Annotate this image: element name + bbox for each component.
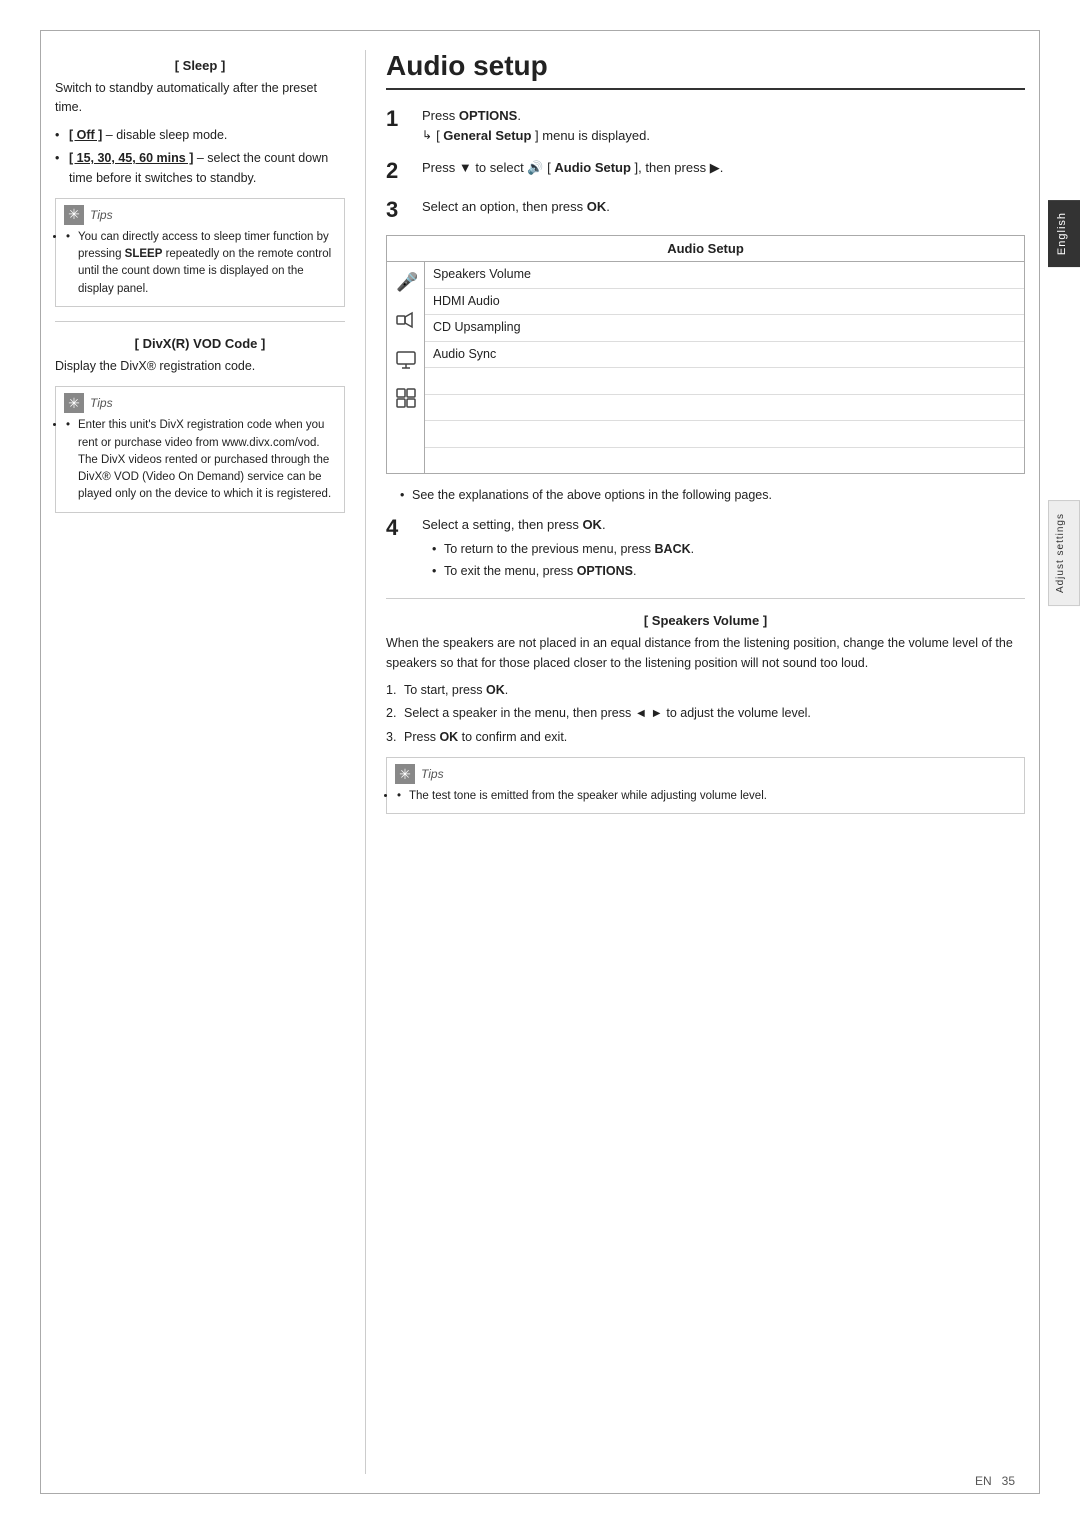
speakers-steps: 1. To start, press OK. 2. Select a speak… [386,681,1025,747]
speakers-volume-heading: [ Speakers Volume ] [386,613,1025,628]
audio-setup-title: Audio setup [386,50,1025,90]
audio-row-4: Audio Sync [425,342,1024,369]
tips-header-3: ✳ Tips [395,764,1016,784]
audio-table-header: Audio Setup [387,236,1024,262]
audio-table-rows: Speakers Volume HDMI Audio CD Upsampling… [425,262,1024,473]
monitor-icon [395,348,417,373]
tips-content-2: Enter this unit's DivX registration code… [64,417,336,503]
audio-row-3: CD Upsampling [425,315,1024,342]
audio-setup-table: Audio Setup 🎤 [386,235,1025,474]
page-footer: EN 35 [975,1474,1015,1488]
tips-label-2: Tips [90,396,113,410]
step-1-sub-text: [ General Setup ] menu is displayed. [436,126,650,146]
step-1-sub: ↳ [ General Setup ] menu is displayed. [422,126,1025,146]
audio-row-1: Speakers Volume [425,262,1024,289]
step-3-number: 3 [386,197,410,223]
page-border-bottom [40,1493,1040,1494]
tips-star-icon-1: ✳ [64,205,84,225]
audio-row-2: HDMI Audio [425,289,1024,316]
divx-heading: [ DivX(R) VOD Code ] [55,336,345,351]
step-4-number: 4 [386,515,410,541]
right-column: Audio setup 1 Press OPTIONS. ↳ [ General… [365,50,1025,1474]
tips-item-3: The test tone is emitted from the speake… [397,788,1016,805]
audio-table-body: 🎤 [387,262,1024,473]
step-4-content: Select a setting, then press OK. To retu… [422,515,1025,584]
sleep-text: Switch to standby automatically after th… [55,79,345,118]
arrow-icon-1: ↳ [422,126,432,145]
step-4: 4 Select a setting, then press OK. To re… [386,515,1025,584]
step-4-bullet-1: To return to the previous menu, press BA… [432,540,1025,559]
step-1-number: 1 [386,106,410,132]
language-label: EN [975,1474,992,1488]
tips-star-icon-3: ✳ [395,764,415,784]
tips-label-3: Tips [421,767,444,781]
main-layout: [ Sleep ] Switch to standby automaticall… [55,50,1025,1474]
speakers-step-3: 3. Press OK to confirm and exit. [386,728,1025,747]
tips-item-2: Enter this unit's DivX registration code… [66,417,336,503]
grid-icon [395,387,417,412]
step-3-content: Select an option, then press OK. [422,197,1025,217]
speakers-step-2: 2. Select a speaker in the menu, then pr… [386,704,1025,723]
divx-section: [ DivX(R) VOD Code ] Display the DivX® r… [55,336,345,376]
tips-box-2: ✳ Tips Enter this unit's DivX registrati… [55,386,345,512]
speakers-volume-text: When the speakers are not placed in an e… [386,634,1025,673]
step-2-number: 2 [386,158,410,184]
sleep-section: [ Sleep ] Switch to standby automaticall… [55,58,345,188]
svg-text:🎤: 🎤 [396,271,417,292]
tips-header-2: ✳ Tips [64,393,336,413]
audio-row-8 [425,448,1024,474]
audio-row-6 [425,395,1024,422]
tips-content-1: You can directly access to sleep timer f… [64,229,336,298]
tips-header-1: ✳ Tips [64,205,336,225]
step-4-bullet-2: To exit the menu, press OPTIONS. [432,562,1025,581]
step-2-content: Press ▼ to select 🔊 [ Audio Setup ], the… [422,158,1025,178]
english-tab: English [1048,200,1080,267]
divider-right-1 [386,598,1025,599]
divider-1 [55,321,345,322]
see-note-text: See the explanations of the above option… [400,486,1025,505]
tips-item-1: You can directly access to sleep timer f… [66,229,336,298]
audio-row-7 [425,421,1024,448]
adjust-settings-tab: Adjust settings [1048,500,1080,606]
step-2: 2 Press ▼ to select 🔊 [ Audio Setup ], t… [386,158,1025,184]
tips-box-3: ✳ Tips The test tone is emitted from the… [386,757,1025,814]
page-border-left [40,30,41,1494]
step-1-content: Press OPTIONS. ↳ [ General Setup ] menu … [422,106,1025,146]
speaker-icon: 🎤 [395,270,417,295]
tips-box-1: ✳ Tips You can directly access to sleep … [55,198,345,307]
left-column: [ Sleep ] Switch to standby automaticall… [55,50,365,1474]
divx-text: Display the DivX® registration code. [55,357,345,376]
tips-star-icon-2: ✳ [64,393,84,413]
sleep-bullet-1: [ Off ] – disable sleep mode. [69,126,345,145]
audio-row-5 [425,368,1024,395]
tips-content-3: The test tone is emitted from the speake… [395,788,1016,805]
speakers-step-1: 1. To start, press OK. [386,681,1025,700]
step-1: 1 Press OPTIONS. ↳ [ General Setup ] men… [386,106,1025,146]
page-number: 35 [1002,1474,1015,1488]
speakers-volume-section: [ Speakers Volume ] When the speakers ar… [386,613,1025,747]
see-note: See the explanations of the above option… [386,486,1025,505]
audio-icon [395,309,417,334]
audio-table-icons: 🎤 [387,262,425,473]
page-border-top [40,30,1040,31]
sleep-heading: [ Sleep ] [55,58,345,73]
step-4-bullets: To return to the previous menu, press BA… [422,540,1025,582]
sleep-bullet-2: [ 15, 30, 45, 60 mins ] – select the cou… [69,149,345,188]
page-border-right [1039,30,1040,1494]
sleep-bullets: [ Off ] – disable sleep mode. [ 15, 30, … [55,126,345,188]
step-3: 3 Select an option, then press OK. [386,197,1025,223]
tips-label-1: Tips [90,208,113,222]
